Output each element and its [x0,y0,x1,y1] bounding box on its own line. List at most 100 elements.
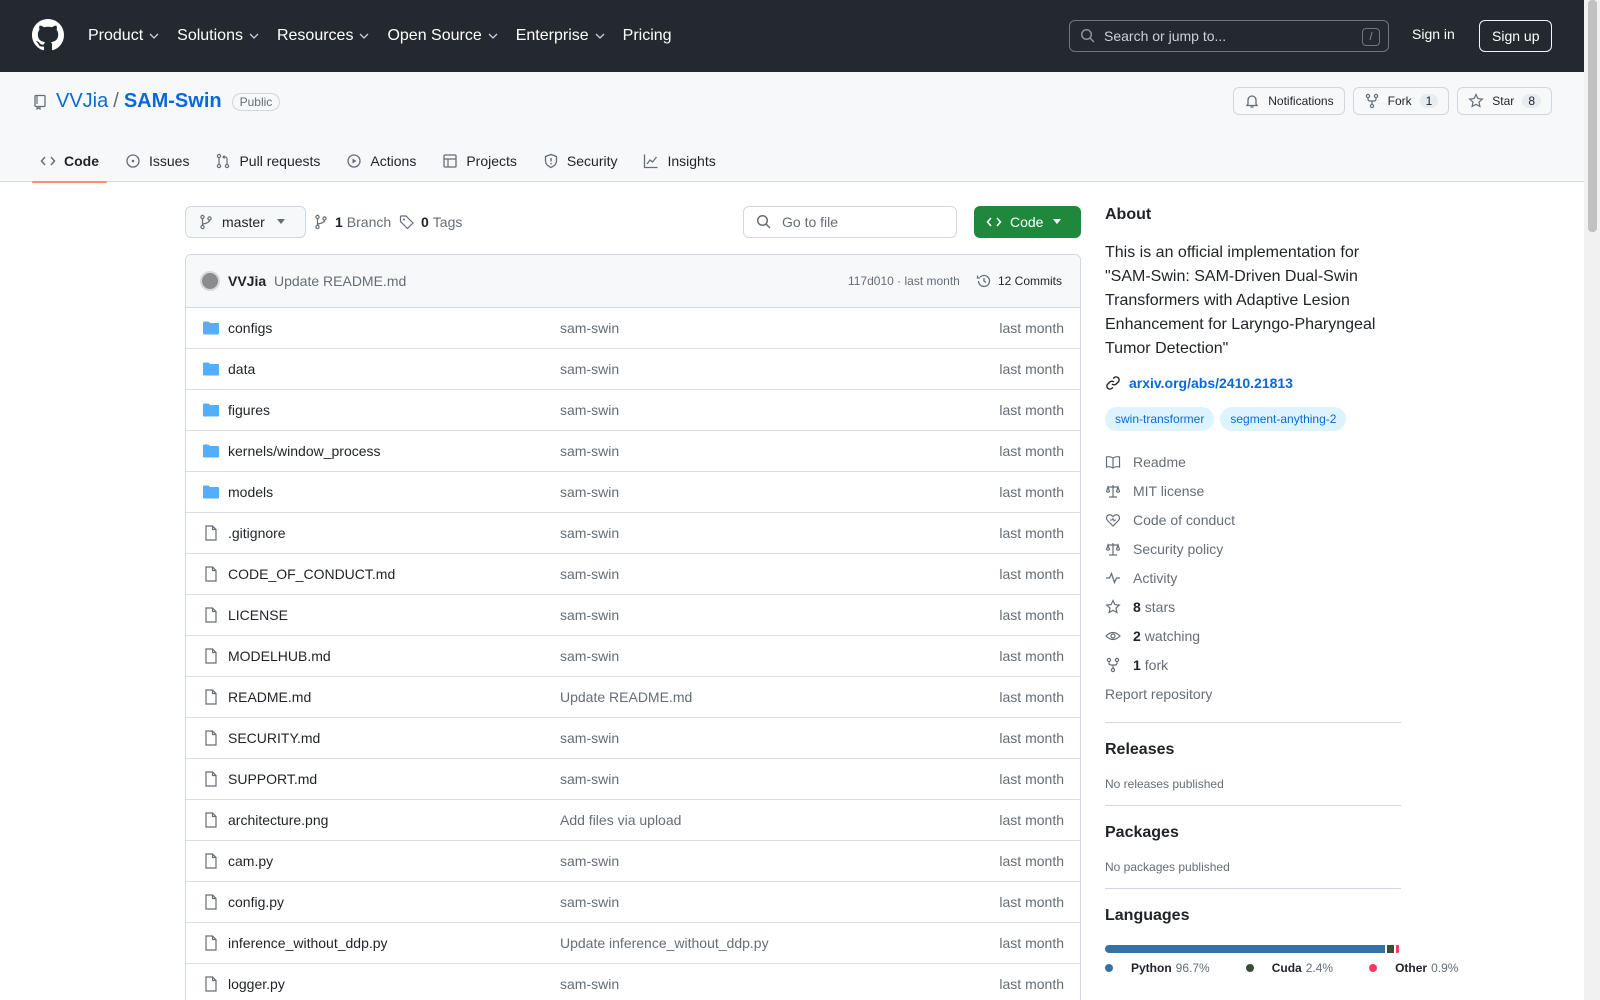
search-placeholder: Search or jump to... [1104,28,1227,44]
file-name-link[interactable]: MODELHUB.md [228,648,331,664]
file-commit-date: last month [999,935,1064,951]
meta-label: Code of conduct [1133,511,1235,528]
file-commit-message[interactable]: sam-swin [560,320,619,336]
file-name-link[interactable]: inference_without_ddp.py [228,935,388,951]
scrollbar-thumb[interactable] [1588,0,1597,232]
tab-projects[interactable]: Projects [434,140,525,182]
file-name-link[interactable]: config.py [228,894,284,910]
topic-tag[interactable]: swin-transformer [1105,407,1215,431]
file-commit-message[interactable]: sam-swin [560,402,619,418]
file-commit-message[interactable]: Update README.md [560,689,692,705]
sign-up-button[interactable]: Sign up [1479,20,1553,52]
packages-heading[interactable]: Packages [1105,824,1401,842]
file-name-link[interactable]: figures [228,402,270,418]
meta-watching[interactable]: 2 watching [1105,621,1401,650]
nav-open-source[interactable]: Open Source [387,27,498,45]
play-icon [347,154,362,168]
file-commit-message[interactable]: sam-swin [560,648,619,664]
file-name-link[interactable]: CODE_OF_CONDUCT.md [228,566,395,582]
nav-resources[interactable]: Resources [277,27,369,45]
pull-request-icon [217,153,230,169]
file-name-link[interactable]: logger.py [228,976,285,992]
tags-link[interactable]: 0 Tags [399,214,462,230]
file-commit-message[interactable]: sam-swin [560,853,619,869]
tab-insights[interactable]: Insights [635,140,723,182]
file-commit-message[interactable]: Add files via upload [560,812,681,828]
repo-name-link[interactable]: SAM-Swin [124,90,222,113]
sign-in-link[interactable]: Sign in [1412,26,1455,42]
tab-issues[interactable]: Issues [117,140,197,182]
meta-mit-license[interactable]: MIT license [1105,476,1401,505]
file-commit-message[interactable]: sam-swin [560,730,619,746]
file-commit-message[interactable]: sam-swin [560,894,619,910]
topic-tag[interactable]: segment-anything-2 [1220,407,1347,431]
github-logo-icon[interactable] [32,19,64,51]
commit-message-link[interactable]: Update README.md [274,273,406,289]
languages-heading: Languages [1105,907,1190,924]
branch-selector[interactable]: master [185,206,306,238]
code-button[interactable]: Code [974,206,1081,238]
search-hotkey: / [1362,28,1380,46]
meta-code-of-conduct[interactable]: Code of conduct [1105,505,1401,534]
meta-stars[interactable]: 8 stars [1105,592,1401,621]
tab-pull-requests[interactable]: Pull requests [207,140,328,182]
nav-product[interactable]: Product [88,27,159,45]
tab-actions[interactable]: Actions [338,140,424,182]
file-name-link[interactable]: cam.py [228,853,273,869]
homepage-link[interactable]: arxiv.org/abs/2410.21813 [1105,375,1401,391]
meta-security-policy[interactable]: Security policy [1105,534,1401,563]
tab-security[interactable]: Security [535,140,626,182]
tab-code[interactable]: Code [32,140,107,183]
file-name-link[interactable]: SECURITY.md [228,730,320,746]
file-icon [205,525,217,541]
nav-enterprise[interactable]: Enterprise [516,27,605,45]
nav-solutions[interactable]: Solutions [177,27,259,45]
language-legend-item[interactable]: Other 0.9% [1369,961,1476,975]
file-commit-message[interactable]: sam-swin [560,525,619,541]
file-commit-message[interactable]: sam-swin [560,566,619,582]
file-name-link[interactable]: models [228,484,273,500]
file-name-link[interactable]: architecture.png [228,812,328,828]
file-icon [205,853,217,869]
file-commit-message[interactable]: sam-swin [560,771,619,787]
file-row: logger.py sam-swin last month [186,964,1080,1000]
file-name-link[interactable]: README.md [228,689,311,705]
notifications-button[interactable]: Notifications [1233,87,1345,115]
latest-commit-bar: VVJia Update README.md 117d010 · last mo… [186,255,1080,308]
releases-heading[interactable]: Releases [1105,741,1401,759]
file-commit-date: last month [999,361,1064,377]
avatar[interactable] [200,271,220,291]
file-commit-message[interactable]: sam-swin [560,976,619,992]
star-label: Star [1492,94,1515,108]
go-to-file-input[interactable]: Go to file [743,206,957,238]
star-icon [1468,93,1484,108]
language-legend-item[interactable]: Cuda 2.4% [1245,961,1351,975]
file-commit-message[interactable]: sam-swin [560,443,619,459]
star-button[interactable]: Star 8 [1457,87,1552,115]
commit-hash-time[interactable]: 117d010 · last month [848,274,960,288]
language-legend-item[interactable]: Python 96.7% [1105,961,1228,975]
nav-pricing[interactable]: Pricing [623,27,672,45]
commits-link[interactable]: 12 Commits [976,273,1062,289]
file-name-link[interactable]: configs [228,320,272,336]
file-commit-message[interactable]: sam-swin [560,484,619,500]
search-input[interactable]: Search or jump to... / [1069,20,1389,52]
fork-button[interactable]: Fork 1 [1352,87,1450,115]
meta-readme[interactable]: Readme [1105,447,1401,476]
file-commit-message[interactable]: sam-swin [560,361,619,377]
commit-author-link[interactable]: VVJia [228,273,266,289]
repo-separator: / [113,90,119,112]
file-commit-message[interactable]: sam-swin [560,607,619,623]
file-name-link[interactable]: SUPPORT.md [228,771,317,787]
file-commit-message[interactable]: Update inference_without_ddp.py [560,935,769,951]
meta-activity[interactable]: Activity [1105,563,1401,592]
meta-fork[interactable]: 1 fork [1105,650,1401,679]
file-name-link[interactable]: kernels/window_process [228,443,381,459]
file-name-link[interactable]: data [228,361,255,377]
repo-owner-link[interactable]: VVJia [56,90,108,113]
file-name-link[interactable]: LICENSE [228,607,288,623]
file-name-link[interactable]: .gitignore [228,525,286,541]
report-repository-link[interactable]: Report repository [1105,679,1401,708]
branches-link[interactable]: 1 Branch [313,214,391,230]
file-row: .gitignore sam-swin last month [186,513,1080,554]
